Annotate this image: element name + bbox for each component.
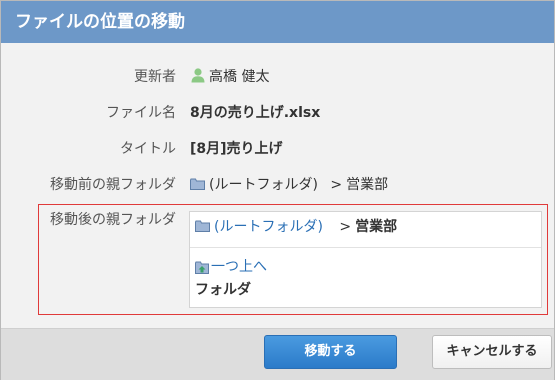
source-folder-label: 移動前の親フォルダ	[50, 177, 176, 193]
source-folder-name: 営業部	[346, 177, 389, 193]
user-icon	[191, 68, 205, 83]
title-label: タイトル	[120, 141, 176, 157]
file-name-value: 8月の売り上げ.xlsx	[190, 105, 321, 121]
updater-name: 高橋 健太	[209, 69, 270, 85]
destination-folder-picker: (ルートフォルダ) > 営業部 一つ上へ フォルダ	[189, 211, 542, 308]
updater-value: 高橋 健太	[190, 62, 269, 92]
updater-row: 更新者 高橋 健太	[1, 62, 554, 92]
up-one-level-label: 一つ上へ	[211, 259, 267, 275]
title-value: [8月]売り上げ	[190, 141, 283, 157]
folder-up-icon	[195, 261, 209, 274]
file-name-row: ファイル名 8月の売り上げ.xlsx	[1, 98, 554, 128]
destination-label: 移動後の親フォルダ	[50, 212, 176, 228]
folder-icon	[195, 220, 210, 232]
up-one-level-link[interactable]: 一つ上へ	[195, 256, 267, 278]
cancel-button[interactable]: キャンセルする	[432, 335, 552, 369]
move-file-dialog: ファイルの位置の移動 更新者 高橋 健太 ファイル名 8月の売り上げ.xlsx …	[0, 0, 555, 380]
file-name-label: ファイル名	[106, 105, 176, 121]
destination-separator: >	[339, 219, 352, 235]
dialog-title: ファイルの位置の移動	[1, 1, 554, 43]
dialog-footer: 移動する キャンセルする	[1, 328, 554, 380]
folder-icon	[190, 178, 205, 190]
updater-label: 更新者	[134, 69, 176, 85]
folder-list-heading: フォルダ	[195, 282, 251, 298]
source-folder-value: (ルートフォルダ) > 営業部	[190, 170, 388, 200]
divider	[190, 247, 541, 248]
destination-current-folder: 営業部	[355, 219, 398, 235]
source-separator: >	[330, 177, 343, 193]
title-row: タイトル [8月]売り上げ	[1, 134, 554, 164]
source-root: (ルートフォルダ)	[209, 177, 318, 193]
source-folder-row: 移動前の親フォルダ (ルートフォルダ) > 営業部	[1, 170, 554, 200]
move-button[interactable]: 移動する	[264, 335, 397, 369]
destination-path: (ルートフォルダ) > 営業部	[195, 216, 397, 238]
root-folder-link[interactable]: (ルートフォルダ)	[214, 219, 323, 235]
